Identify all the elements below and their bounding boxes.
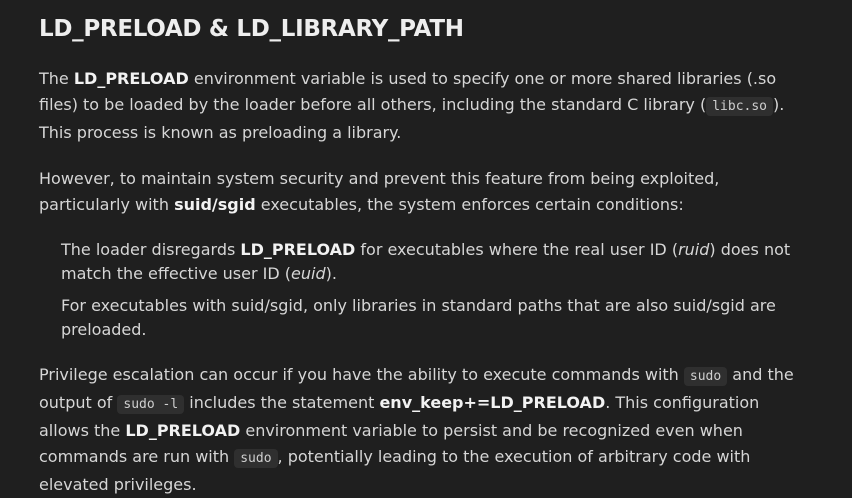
bold-term: LD_PRELOAD [240, 240, 356, 259]
text: executables, the system enforces certain… [255, 195, 684, 214]
list-item: The loader disregards LD_PRELOAD for exe… [61, 238, 813, 286]
article: LD_PRELOAD & LD_LIBRARY_PATH The LD_PREL… [0, 0, 852, 498]
intro-paragraph: The LD_PRELOAD environment variable is u… [39, 66, 813, 146]
text: For executables with suid/sgid, only lib… [61, 296, 776, 339]
inline-code: sudo [234, 449, 278, 468]
italic-term: euid [291, 264, 326, 283]
text: Privilege escalation can occur if you ha… [39, 365, 684, 384]
security-paragraph: However, to maintain system security and… [39, 166, 813, 218]
list-item: For executables with suid/sgid, only lib… [61, 294, 813, 342]
text: includes the statement [184, 393, 380, 412]
inline-code: sudo -l [117, 395, 185, 414]
escalation-paragraph: Privilege escalation can occur if you ha… [39, 362, 813, 498]
text: The [39, 69, 74, 88]
inline-code: libc.so [706, 97, 774, 116]
page-title: LD_PRELOAD & LD_LIBRARY_PATH [39, 16, 464, 42]
text: ). [325, 264, 337, 283]
bold-term: suid/sgid [174, 195, 256, 214]
bold-term: env_keep+=LD_PRELOAD [379, 393, 606, 412]
conditions-list: The loader disregards LD_PRELOAD for exe… [39, 238, 813, 342]
text: The loader disregards [61, 240, 241, 259]
bold-term: LD_PRELOAD [125, 421, 241, 440]
italic-term: ruid [678, 240, 710, 259]
text: for executables where the real user ID ( [355, 240, 679, 259]
inline-code: sudo [683, 367, 728, 386]
bold-term: LD_PRELOAD [73, 69, 189, 88]
